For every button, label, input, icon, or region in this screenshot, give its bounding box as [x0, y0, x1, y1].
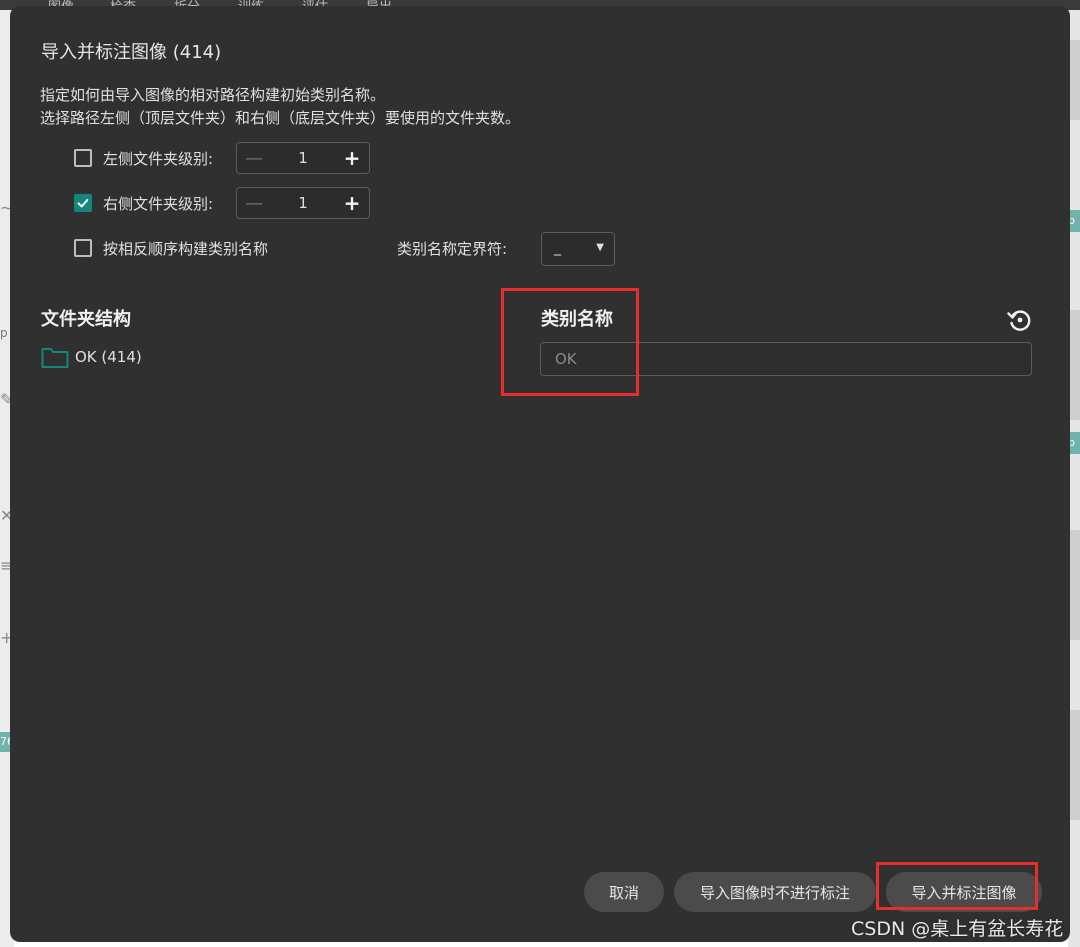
folder-structure-title: 文件夹结构	[41, 309, 131, 330]
reverse-order-checkbox[interactable]	[74, 239, 92, 257]
reset-icon[interactable]	[1005, 305, 1035, 335]
folder-item-label: OK (414)	[75, 348, 142, 366]
description-line: 指定如何由导入图像的相对路径构建初始类别名称。	[40, 86, 386, 104]
right-level-label: 右侧文件夹级别:	[103, 194, 214, 213]
import-label-dialog: 导入并标注图像 (414) 指定如何由导入图像的相对路径构建初始类别名称。 选择…	[10, 6, 1070, 942]
highlight-box	[876, 862, 1038, 910]
delimiter-label: 类别名称定界符:	[397, 240, 508, 258]
right-level-decrement-button[interactable]: —	[237, 193, 271, 214]
bg-thumbnail	[1070, 40, 1080, 120]
right-level-stepper: — 1 +	[236, 187, 370, 219]
right-level-checkbox[interactable]	[74, 194, 92, 212]
dialog-title: 导入并标注图像 (414)	[41, 42, 222, 63]
left-level-stepper: — 1 +	[236, 142, 370, 174]
bg-text-fragment: p	[0, 326, 8, 340]
folder-icon	[41, 348, 69, 368]
description-line: 选择路径左侧（顶层文件夹）和右侧（底层文件夹）要使用的文件夹数。	[40, 109, 521, 127]
bg-thumbnail	[1070, 530, 1080, 640]
delimiter-value: _	[554, 240, 561, 256]
checkmark-icon	[77, 198, 89, 208]
left-level-decrement-button[interactable]: —	[237, 148, 271, 169]
dropdown-caret-icon: ▼	[596, 242, 604, 253]
reverse-order-row: 按相反顺序构建类别名称	[74, 231, 268, 265]
left-level-increment-button[interactable]: +	[335, 146, 369, 170]
bg-thumbnail	[1070, 710, 1080, 820]
reverse-order-label: 按相反顺序构建类别名称	[103, 239, 269, 258]
left-level-row: 左侧文件夹级别:	[74, 141, 213, 175]
right-level-value[interactable]: 1	[271, 194, 335, 212]
left-level-label: 左侧文件夹级别:	[103, 149, 214, 168]
right-level-increment-button[interactable]: +	[335, 191, 369, 215]
right-level-row: 右侧文件夹级别:	[74, 186, 213, 220]
bg-thumbnail	[1070, 310, 1080, 420]
left-level-checkbox[interactable]	[74, 149, 92, 167]
dialog-description: 指定如何由导入图像的相对路径构建初始类别名称。 选择路径左侧（顶层文件夹）和右侧…	[40, 84, 520, 130]
cancel-button[interactable]: 取消	[584, 872, 664, 912]
delimiter-select[interactable]: _ ▼	[541, 232, 615, 266]
watermark: CSDN @桌上有盆长寿花	[851, 918, 1064, 940]
highlight-box	[501, 288, 639, 396]
folder-tree-item[interactable]: OK (414)	[41, 345, 142, 369]
import-without-label-button[interactable]: 导入图像时不进行标注	[674, 872, 876, 912]
left-level-value[interactable]: 1	[271, 149, 335, 167]
